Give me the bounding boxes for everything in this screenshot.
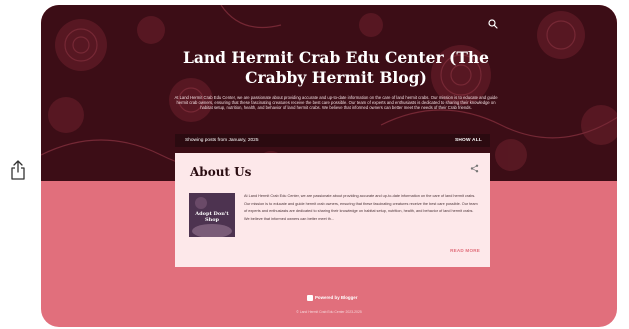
posts-filter-label: Showing posts from January, 2025 [185,138,259,143]
blog-title[interactable]: Land Hermit Crab Edu Center (The Crabby … [171,48,501,88]
share-icon[interactable] [470,164,479,173]
search-icon[interactable] [488,19,498,29]
posts-filter-bar: Showing posts from January, 2025 SHOW AL… [175,134,490,147]
post-title[interactable]: About Us [190,165,251,179]
powered-by-text: Powered by Blogger [315,295,358,301]
powered-by-blogger[interactable]: Powered by Blogger [307,295,357,301]
share-icon[interactable] [10,160,26,180]
post-card: About Us Adopt Don't Shop At Land Hermit… [175,153,490,267]
read-more-link[interactable]: READ MORE [450,248,480,253]
copyright-text: © Land Hermit Crab Edu Center 2023-2025 [296,310,362,314]
show-all-link[interactable]: SHOW ALL [455,138,482,143]
post-thumbnail[interactable]: Adopt Don't Shop [189,193,235,237]
blogger-logo-icon [307,295,313,301]
blog-page: Land Hermit Crab Edu Center (The Crabby … [41,5,617,327]
post-snippet-text: At Land Hermit Crab Edu Center, we are p… [244,194,478,222]
post-snippet: At Land Hermit Crab Edu Center, we are p… [244,193,480,224]
blog-description: At Land Hermit Crab Edu Center, we are p… [174,95,498,111]
thumbnail-text: Adopt Don't Shop [195,211,229,223]
